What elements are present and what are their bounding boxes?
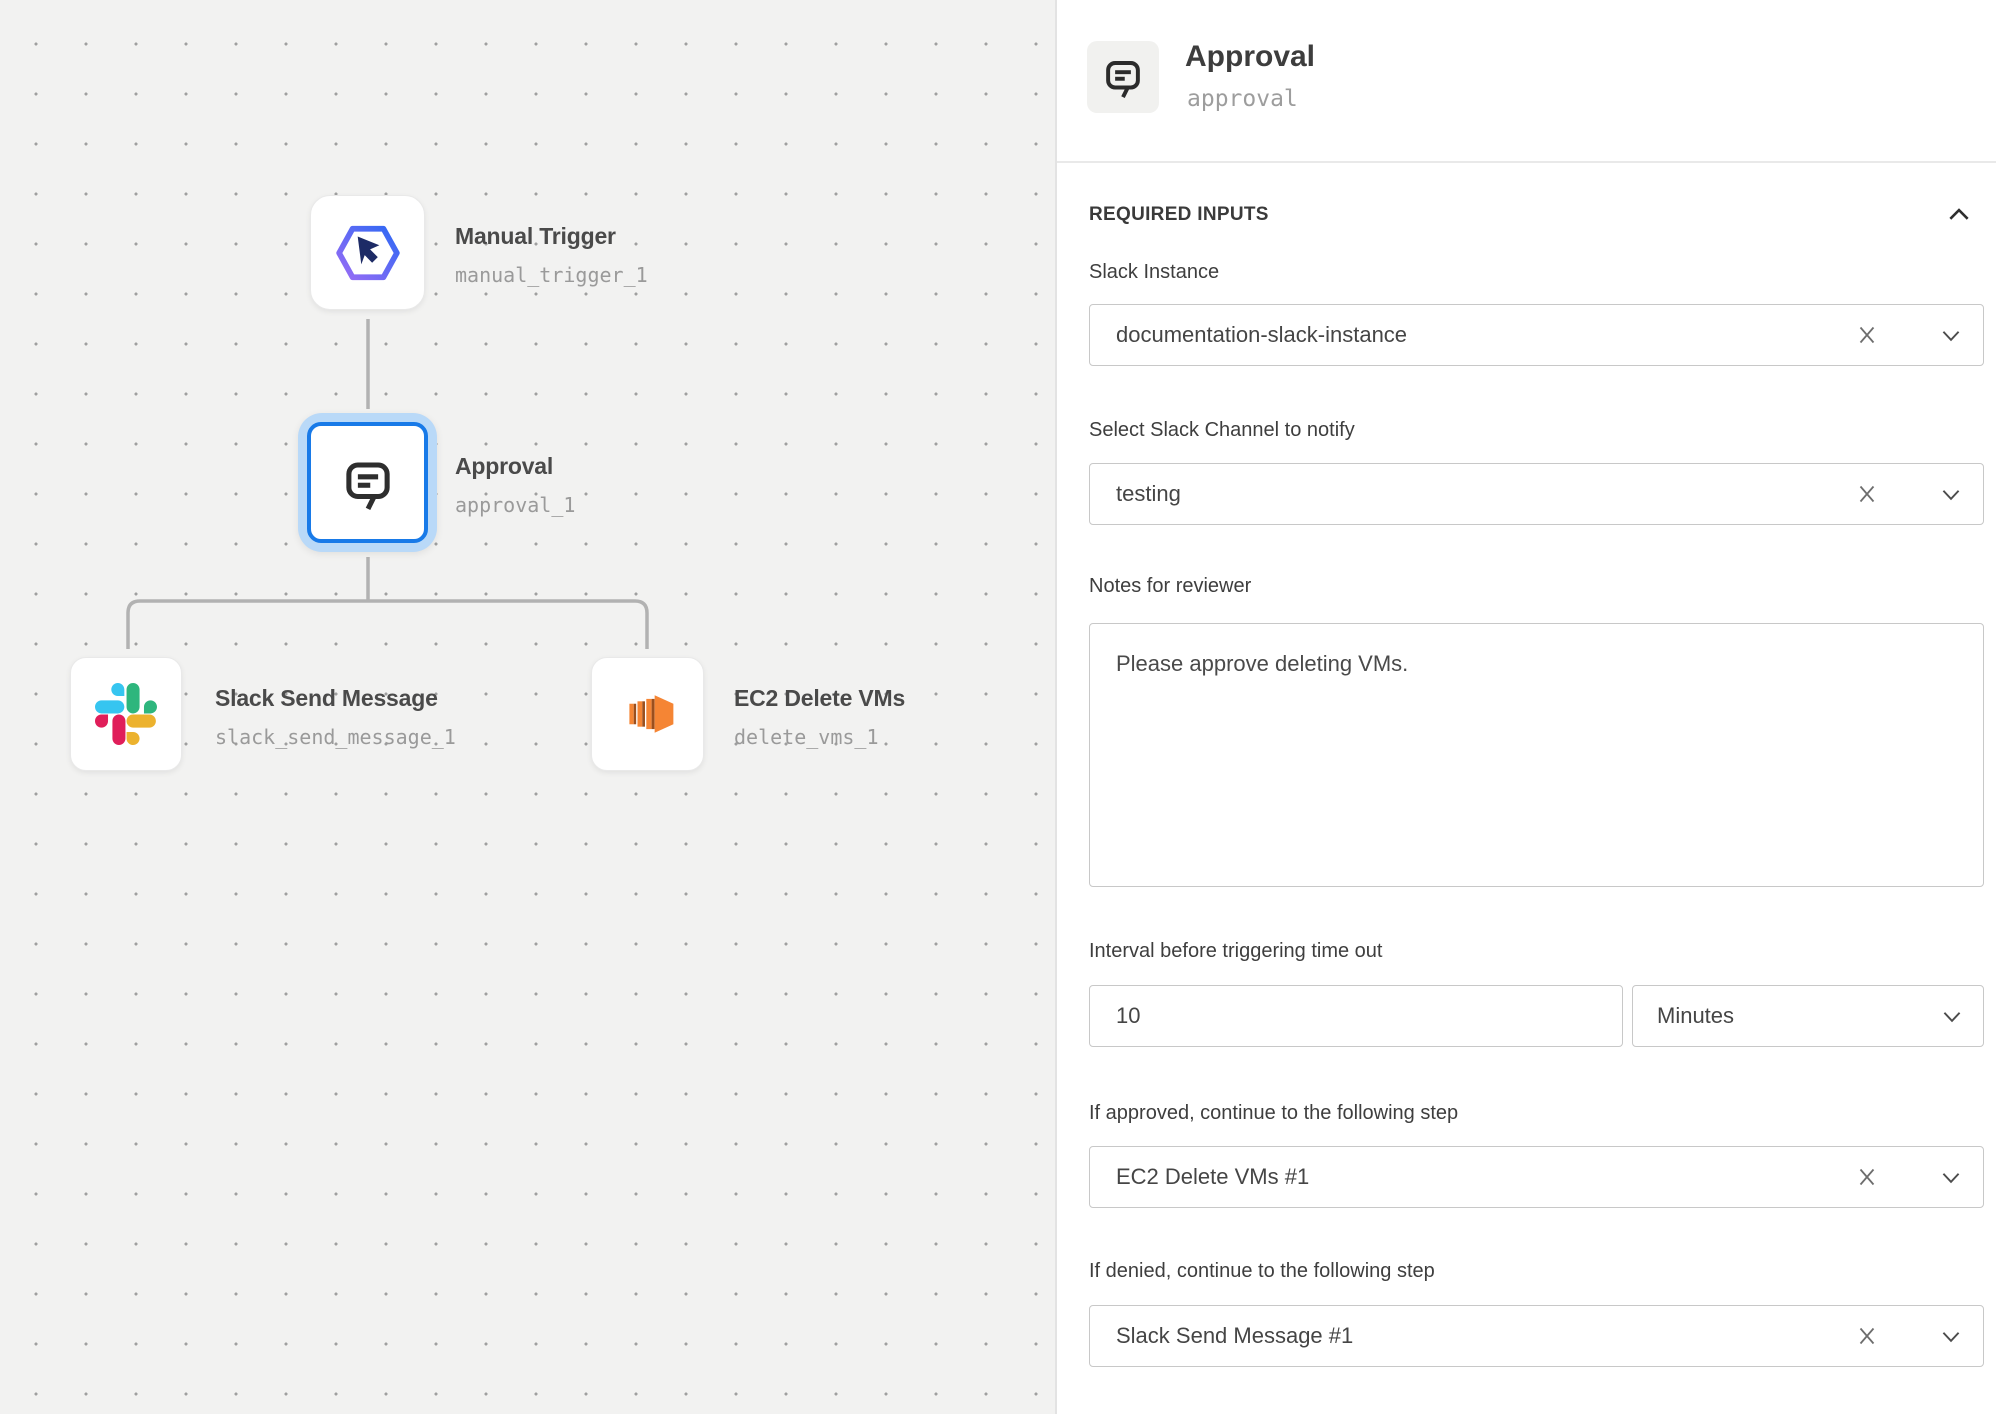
chevron-down-icon <box>1938 1164 1964 1190</box>
node-slack-send-message[interactable] <box>70 657 182 771</box>
slack-channel-label: Select Slack Channel to notify <box>1089 419 1355 441</box>
panel-title: Approval <box>1185 40 1315 74</box>
notes-textarea[interactable]: Please approve deleting VMs. <box>1089 623 1984 887</box>
interval-value-input[interactable] <box>1089 985 1623 1047</box>
node-title: Slack Send Message <box>215 684 456 712</box>
node-label-ec2-delete-vms: EC2 Delete VMs delete_vms_1 <box>734 684 905 748</box>
node-subtitle: approval_1 <box>455 494 575 516</box>
if-denied-select[interactable] <box>1089 1305 1984 1367</box>
slack-channel-input[interactable] <box>1116 481 1853 507</box>
node-label-manual-trigger: Manual Trigger manual_trigger_1 <box>455 222 648 286</box>
chevron-down-icon <box>1938 1323 1964 1349</box>
slack-instance-label: Slack Instance <box>1089 261 1219 283</box>
dropdown-button[interactable] <box>1937 321 1965 349</box>
slack-icon <box>95 683 157 745</box>
clear-button[interactable] <box>1853 480 1881 508</box>
close-icon <box>1855 1324 1879 1348</box>
close-icon <box>1855 323 1879 347</box>
clear-button[interactable] <box>1853 321 1881 349</box>
if-denied-label: If denied, continue to the following ste… <box>1089 1260 1435 1282</box>
chevron-down-icon <box>1939 1003 1965 1029</box>
interval-unit-value: Minutes <box>1657 1003 1939 1029</box>
slack-channel-select[interactable] <box>1089 463 1984 525</box>
dropdown-button[interactable] <box>1937 480 1965 508</box>
dropdown-button[interactable] <box>1937 1322 1965 1350</box>
node-label-slack-send-message: Slack Send Message slack_send_message_1 <box>215 684 456 748</box>
if-denied-input[interactable] <box>1116 1323 1853 1349</box>
notes-label: Notes for reviewer <box>1089 575 1251 597</box>
workflow-canvas[interactable]: Manual Trigger manual_trigger_1 Approval… <box>0 0 1055 1414</box>
chevron-down-icon <box>1938 481 1964 507</box>
node-subtitle: slack_send_message_1 <box>215 726 456 748</box>
approval-chat-icon <box>341 456 395 510</box>
step-config-panel: Approval approval REQUIRED INPUTS Slack … <box>1055 0 1996 1414</box>
dropdown-button[interactable] <box>1937 1163 1965 1191</box>
node-label-approval: Approval approval_1 <box>455 452 575 516</box>
node-title: Approval <box>455 452 575 480</box>
if-approved-select[interactable] <box>1089 1146 1984 1208</box>
slack-instance-input[interactable] <box>1116 322 1853 348</box>
node-ec2-delete-vms[interactable] <box>591 657 704 771</box>
node-subtitle: manual_trigger_1 <box>455 264 648 286</box>
manual-trigger-icon <box>335 223 401 283</box>
slack-instance-select[interactable] <box>1089 304 1984 366</box>
section-collapse-button[interactable] <box>1944 200 1974 230</box>
interval-unit-select[interactable]: Minutes <box>1632 985 1984 1047</box>
close-icon <box>1855 1165 1879 1189</box>
node-manual-trigger[interactable] <box>310 195 425 310</box>
interval-label: Interval before triggering time out <box>1089 940 1383 962</box>
node-approval[interactable] <box>307 422 428 543</box>
node-title: Manual Trigger <box>455 222 648 250</box>
chevron-down-icon <box>1938 322 1964 348</box>
required-inputs-section-title: REQUIRED INPUTS <box>1089 204 1269 226</box>
clear-button[interactable] <box>1853 1163 1881 1191</box>
panel-subtitle: approval <box>1187 86 1298 112</box>
approval-chat-icon <box>1102 56 1144 98</box>
panel-header-divider <box>1057 161 1996 163</box>
node-subtitle: delete_vms_1 <box>734 726 905 748</box>
clear-button[interactable] <box>1853 1322 1881 1350</box>
node-title: EC2 Delete VMs <box>734 684 905 712</box>
if-approved-input[interactable] <box>1116 1164 1853 1190</box>
node-approval-selection-halo <box>298 413 437 552</box>
close-icon <box>1855 482 1879 506</box>
workflow-builder: Manual Trigger manual_trigger_1 Approval… <box>0 0 1996 1414</box>
if-approved-label: If approved, continue to the following s… <box>1089 1102 1458 1124</box>
ec2-icon <box>619 685 677 743</box>
chevron-up-icon <box>1946 202 1972 228</box>
panel-header-icon-tile <box>1087 41 1159 113</box>
